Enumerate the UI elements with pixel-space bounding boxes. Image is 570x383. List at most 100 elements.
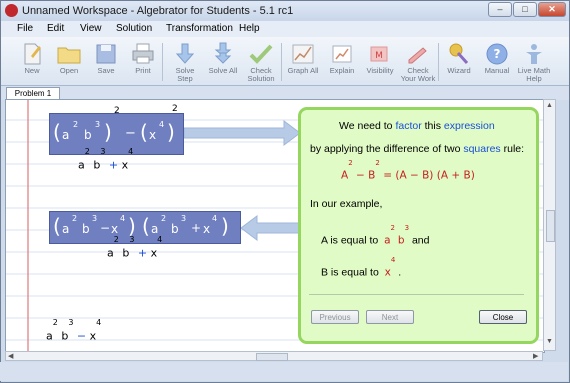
check-solution-label: Check Solution (247, 66, 275, 83)
variable-a: a (62, 128, 70, 142)
print-label: Print (135, 66, 151, 75)
open-label: Open (59, 66, 79, 75)
variable-a: a (151, 222, 159, 236)
toolbar-separator (281, 43, 282, 81)
exponent: 2 (114, 106, 120, 116)
expression-a2b3-plus-x4[interactable]: a2 b3 + x4 (107, 235, 162, 260)
print-button[interactable]: Print (124, 40, 162, 84)
solve-all-button[interactable]: Solve All (204, 40, 242, 84)
arrow-right-icon (184, 120, 301, 146)
toolbar: New Open Save Print Solve Step Solve All … (1, 37, 569, 86)
exponent: 2 (73, 120, 79, 129)
variable-b: b (171, 222, 179, 236)
close-paren: ) (221, 214, 229, 238)
vertical-scroll-thumb[interactable] (546, 210, 555, 242)
example-intro: In our example, (310, 198, 383, 210)
toolbar-separator (438, 43, 439, 81)
exponent: 3 (181, 214, 187, 223)
expression-a2b3-plus-x4[interactable]: a2 b3 + x4 (78, 147, 133, 172)
app-logo-icon (5, 4, 18, 17)
check-your-work-button[interactable]: Check Your Work (399, 40, 437, 84)
check-solution-button[interactable]: Check Solution (242, 40, 280, 84)
down-arrow-icon (175, 43, 195, 64)
menu-bar: File Edit View Solution Transformation H… (1, 21, 569, 37)
variable-b: b (82, 222, 90, 236)
open-paren: ( (140, 120, 148, 144)
close-paren: ) (104, 120, 112, 144)
variable-x: x (111, 222, 119, 236)
menu-help[interactable]: Help (239, 23, 260, 34)
variable-a: a (62, 222, 70, 236)
title-bar: Unnamed Workspace - Algebrator for Stude… (1, 1, 569, 21)
next-button[interactable]: Next (366, 310, 414, 324)
scroll-up-arrow-icon[interactable]: ▲ (545, 102, 554, 111)
variable-x: x (203, 222, 211, 236)
double-down-arrow-icon (214, 42, 232, 64)
menu-edit[interactable]: Edit (47, 23, 64, 34)
scroll-right-arrow-icon[interactable]: ▶ (533, 352, 538, 360)
maximize-button[interactable]: □ (513, 2, 537, 17)
a-equals-line: A is equal to a2 b3 and (321, 224, 430, 247)
printer-icon (132, 43, 154, 64)
graph-icon (292, 44, 314, 64)
horizontal-scrollbar[interactable]: ◀ ▶ (5, 351, 543, 361)
check-your-work-label: Check Your Work (400, 66, 436, 83)
expression-link[interactable]: expression (444, 120, 495, 132)
difference-of-squares-rule: A2 − B2 = (A − B) (A + B) (341, 159, 475, 182)
horizontal-scroll-thumb[interactable] (256, 353, 288, 361)
exponent: 3 (95, 120, 101, 129)
explain-button[interactable]: Explain (323, 40, 361, 84)
wizard-button[interactable]: Wizard (440, 40, 478, 84)
factor-link[interactable]: factor (395, 120, 421, 132)
visibility-button[interactable]: M Visibility (361, 40, 399, 84)
squares-link[interactable]: squares (463, 143, 500, 155)
solve-all-label: Solve All (208, 66, 238, 75)
manual-button[interactable]: ? Manual (478, 40, 516, 84)
plus-operator: + (191, 221, 202, 235)
menu-transformation[interactable]: Transformation (166, 23, 233, 34)
close-panel-button[interactable]: Close (479, 310, 527, 324)
live-math-help-label: Live Math Help (517, 66, 551, 83)
highlighted-expression[interactable]: ( a 2 b 3 ) 2 − ( x 4 ) (49, 106, 184, 155)
minus-operator: − (100, 221, 111, 235)
status-bar (0, 362, 568, 381)
svg-text:?: ? (494, 47, 501, 61)
menu-solution[interactable]: Solution (116, 23, 152, 34)
open-button[interactable]: Open (50, 40, 88, 84)
window-title: Unnamed Workspace - Algebrator for Stude… (22, 5, 294, 17)
vertical-scrollbar[interactable]: ▲ ▼ (543, 99, 556, 351)
solve-step-button[interactable]: Solve Step (166, 40, 204, 84)
new-label: New (24, 66, 40, 75)
scroll-down-arrow-icon[interactable]: ▼ (545, 338, 554, 347)
manual-label: Manual (484, 66, 510, 75)
previous-button[interactable]: Previous (311, 310, 359, 324)
exponent: 4 (120, 214, 126, 223)
new-button[interactable]: New (13, 40, 51, 84)
wizard-wand-icon (449, 43, 469, 65)
open-paren: ( (53, 214, 61, 238)
minimize-button[interactable]: – (488, 2, 512, 17)
close-window-button[interactable]: ✕ (538, 2, 566, 17)
close-paren: ) (167, 120, 175, 144)
live-help-person-icon (526, 44, 542, 64)
graph-all-label: Graph All (287, 66, 319, 75)
visibility-label: Visibility (366, 66, 394, 75)
panel-divider (309, 294, 524, 295)
help-question-icon: ? (486, 43, 508, 65)
scroll-left-arrow-icon[interactable]: ◀ (8, 352, 13, 360)
menu-file[interactable]: File (17, 23, 33, 34)
exponent: 3 (92, 214, 98, 223)
menu-view[interactable]: View (80, 23, 102, 34)
open-paren: ( (142, 214, 150, 238)
live-math-help-button[interactable]: Live Math Help (515, 40, 553, 84)
exponent: 2 (161, 214, 167, 223)
solve-step-label: Solve Step (175, 66, 195, 83)
exponent: 2 (72, 214, 78, 223)
explain-label: Explain (329, 66, 355, 75)
exponent: 4 (159, 120, 165, 129)
explanation-line-2: by applying the difference of two square… (310, 143, 525, 155)
graph-all-button[interactable]: Graph All (284, 40, 322, 84)
save-button[interactable]: Save (87, 40, 125, 84)
factored-expression[interactable]: ( a 2 b 3 − x 4 ) ( a 2 b 3 + x 4 ) (49, 211, 241, 244)
expression-a2b3-minus-x4[interactable]: a2 b3 − x4 (46, 318, 101, 343)
